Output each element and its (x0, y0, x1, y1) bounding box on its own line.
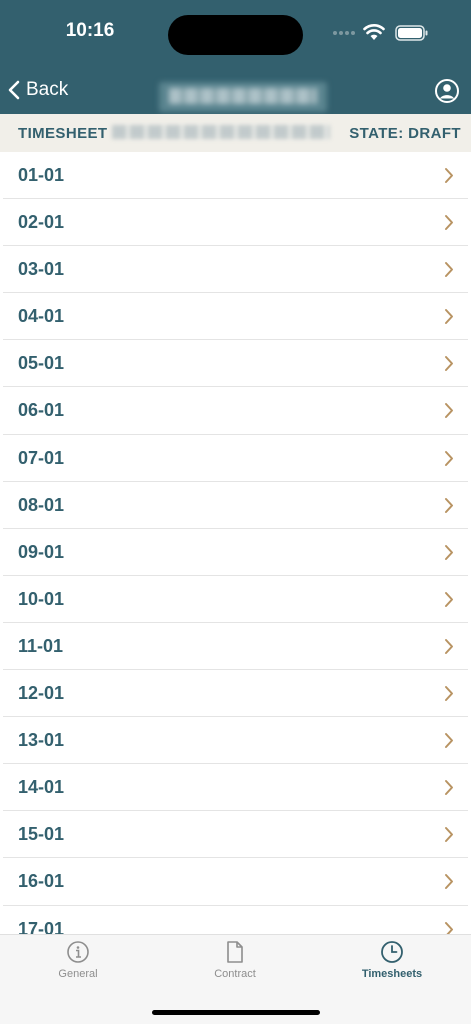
date-list: 01-01 02-01 03-01 04-01 05-01 06-01 07-01 08-01… (0, 152, 471, 934)
list-item[interactable]: 01-01 (3, 152, 468, 200)
list-item-label: 04-01 (18, 306, 65, 327)
list-item-label: 16-01 (18, 871, 65, 892)
list-item-label: 10-01 (18, 588, 65, 609)
tab-general[interactable]: General (18, 940, 138, 990)
list-item-label: 14-01 (18, 777, 65, 798)
list-item-label: 13-01 (18, 730, 65, 751)
list-item[interactable]: 16-01 (3, 858, 468, 906)
timesheet-label: TIMESHEET (18, 125, 108, 142)
clock-icon (381, 941, 403, 963)
list-item-label: 03-01 (18, 259, 65, 280)
list-item[interactable]: 14-01 (3, 764, 468, 812)
list-item-label: 08-01 (18, 494, 65, 515)
state-label: STATE: DRAFT (349, 125, 461, 142)
list-item[interactable]: 13-01 (3, 717, 468, 765)
chevron-right-icon (445, 403, 453, 419)
list-item-label: 15-01 (18, 824, 65, 845)
chevron-right-icon (445, 733, 453, 749)
chevron-right-icon (445, 638, 453, 654)
tab-timesheets-label: Timesheets (361, 968, 423, 980)
list-item-label: 17-01 (18, 918, 65, 935)
list-item[interactable]: 03-01 (3, 246, 468, 294)
list-item[interactable]: 12-01 (3, 670, 468, 718)
list-item-label: 09-01 (18, 541, 65, 562)
list-item-label: 05-01 (18, 353, 65, 374)
battery-icon (395, 25, 428, 41)
chevron-right-icon (445, 686, 453, 702)
chevron-right-icon (445, 544, 453, 560)
list-item[interactable]: 10-01 (3, 576, 468, 623)
list-item[interactable]: 17-01 (3, 906, 468, 935)
dynamic-island (168, 15, 303, 55)
chevron-right-icon (445, 356, 453, 372)
chevron-right-icon (445, 874, 453, 890)
list-item-label: 02-01 (18, 212, 65, 233)
list-item[interactable]: 07-01 (3, 435, 468, 482)
chevron-left-icon (8, 80, 20, 100)
back-label: Back (26, 79, 69, 100)
list-item-label: 11-01 (18, 635, 64, 656)
list-item[interactable]: 06-01 (3, 387, 468, 435)
status-indicators (333, 22, 433, 46)
list-item[interactable]: 09-01 (3, 529, 468, 576)
wifi-icon (363, 24, 385, 40)
tab-contract-label: Contract (214, 968, 256, 980)
list-item[interactable]: 08-01 (3, 482, 468, 529)
nav-title-redacted (159, 82, 327, 112)
chevron-right-icon (445, 827, 453, 843)
list-item[interactable]: 04-01 (3, 293, 468, 341)
list-item[interactable]: 05-01 (3, 340, 468, 388)
chevron-right-icon (445, 168, 453, 183)
tab-timesheets[interactable]: Timesheets (332, 940, 452, 990)
chevron-right-icon (445, 921, 453, 934)
profile-button[interactable] (434, 78, 460, 104)
chevron-right-icon (445, 591, 453, 607)
chevron-right-icon (445, 450, 453, 466)
list-item[interactable]: 02-01 (3, 199, 468, 247)
chevron-right-icon (445, 497, 453, 513)
list-item[interactable]: 15-01 (3, 811, 468, 859)
cellular-signal-icon (333, 31, 355, 35)
list-item-label: 12-01 (18, 683, 65, 704)
tab-general-label: General (58, 968, 98, 980)
chevron-right-icon (445, 309, 453, 325)
list-item-label: 06-01 (18, 400, 65, 421)
list-item[interactable]: 11-01 (3, 623, 468, 671)
chevron-right-icon (445, 262, 453, 278)
back-button[interactable]: Back (8, 76, 68, 104)
chevron-right-icon (445, 780, 453, 796)
chevron-right-icon (445, 215, 453, 231)
tab-contract[interactable]: Contract (175, 940, 295, 990)
timesheet-id-redacted (112, 125, 330, 139)
list-item-label: 01-01 (18, 165, 65, 185)
info-circle-icon (67, 941, 89, 963)
list-item-label: 07-01 (18, 447, 65, 468)
document-icon (227, 941, 243, 963)
app-header: 10:16 Back (0, 0, 471, 114)
status-time: 10:16 (65, 20, 115, 41)
home-indicator (152, 1010, 320, 1015)
